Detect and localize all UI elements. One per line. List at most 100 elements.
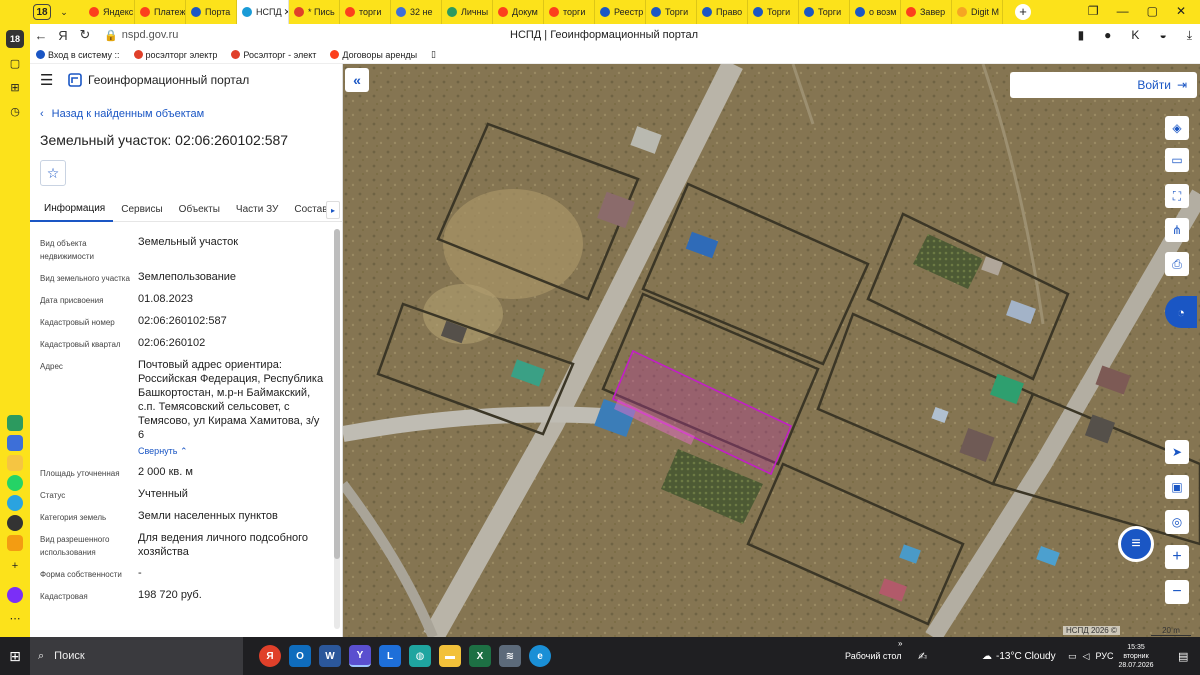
yandex-browser-icon[interactable]: Я [259,645,281,667]
select-area-button[interactable]: ⛶ [1165,184,1189,208]
chat-bubble-button[interactable]: ≡ [1118,526,1154,562]
pen-icon[interactable]: ✍ [918,650,927,663]
layers-button[interactable]: ◈ [1165,116,1189,140]
edge-icon[interactable]: e [529,645,551,667]
browser-tab[interactable]: Личны [442,0,493,24]
word-icon[interactable]: W [319,645,341,667]
app-icon[interactable]: ≋ [499,645,521,667]
file-explorer-icon[interactable]: ▬ [439,645,461,667]
file-icon[interactable]: ▯ [431,49,436,60]
browser-tab[interactable]: Порта [186,0,237,24]
panel-tab[interactable]: Части ЗУ [228,198,286,222]
protect-icon[interactable]: ◒ [1159,28,1166,43]
chevron-double-right-icon[interactable]: » [898,639,902,648]
back-arrow-icon[interactable]: ← [30,28,52,43]
basemap-button[interactable]: ▣ [1165,475,1189,499]
browser-tab[interactable]: Торги [748,0,799,24]
refresh-icon[interactable]: ↻ [74,27,96,43]
network-icon[interactable]: ▭ [1068,651,1077,662]
browser-tab[interactable]: Торги [646,0,697,24]
mail-icon[interactable] [7,535,23,551]
collapse-panel-button[interactable]: « [345,68,369,92]
browser-tab[interactable]: торги [544,0,595,24]
maximize-icon[interactable]: ▢ [1147,4,1158,18]
browser-tab[interactable]: 32 не [391,0,442,24]
assistant-button[interactable]: ◔ [1165,296,1197,328]
map-view[interactable]: « Войти ⇥ ◈ ▭ ⛶ ⋔ ⎙ ◔ ➤ ▣ ◎ ≡ + − НСПД 2… [343,64,1200,637]
browser-tab[interactable]: Докум [493,0,544,24]
back-to-results-link[interactable]: ‹ Назад к найденным объектам [40,108,342,120]
sidebar-app-icon[interactable] [7,435,23,451]
share-button[interactable]: ⋔ [1165,218,1189,242]
restore-icon[interactable]: ❐ [1088,4,1099,18]
clock[interactable]: 15:35 вторник 28.07.2026 [1112,643,1160,670]
language-indicator[interactable]: РУС [1095,651,1113,661]
tab-count-badge[interactable]: 18 [33,4,51,20]
collapse-address-link[interactable]: Свернуть ⌃ [138,444,188,458]
sidebar-app-icon[interactable] [7,455,23,471]
notifications-icon[interactable]: ▤ [1178,650,1188,663]
alice-icon[interactable] [7,587,23,603]
browser-tab[interactable]: Платеж [135,0,186,24]
ruler-button[interactable]: ▭ [1165,148,1189,172]
sidebar-app-icon[interactable] [7,515,23,531]
taskbar-search[interactable]: ⌕ Поиск [30,637,243,675]
tabs-dropdown-icon[interactable]: ⌄ [56,7,72,18]
menu-icon[interactable]: ☰ [40,71,58,89]
weather-widget[interactable]: ☁ -13°C Cloudy [982,651,1056,662]
browser-tab[interactable]: Реестр [595,0,646,24]
sidebar-counter[interactable]: 18 [6,30,24,48]
volume-icon[interactable]: ◁ [1083,651,1090,662]
whatsapp-icon[interactable] [7,475,23,491]
sidebar-app-icon[interactable] [7,415,23,431]
minimize-icon[interactable]: — [1117,4,1129,18]
sidebar-history-icon[interactable]: ◷ [6,102,24,120]
panel-tab[interactable]: Сервисы [113,198,170,222]
browser-tab[interactable]: Торги [799,0,850,24]
sidebar-bookmarks-icon[interactable]: ▢ [6,54,24,72]
favorite-button[interactable]: ☆ [40,160,66,186]
panel-tab[interactable]: Объекты [171,198,228,222]
zoom-in-button[interactable]: + [1165,545,1189,569]
browser-tab[interactable]: Digit M [952,0,1003,24]
desktop-label[interactable]: Рабочий стол [845,651,902,661]
satellite-imagery[interactable] [343,64,1200,637]
print-button[interactable]: ⎙ [1165,252,1189,276]
browser-tab[interactable]: о возм [850,0,901,24]
bookmark-icon[interactable]: ▮ [1078,28,1085,43]
zoom-out-button[interactable]: − [1165,580,1189,604]
tabs-next-button[interactable]: ▸ [326,201,340,219]
geolocate-button[interactable]: ➤ [1165,440,1189,464]
browser-tab[interactable]: Право [697,0,748,24]
bookmark-item[interactable]: Договоры аренды [330,50,417,60]
app-icon[interactable]: L [379,645,401,667]
telegram-icon[interactable] [7,495,23,511]
excel-icon[interactable]: X [469,645,491,667]
yandex-logo-icon[interactable]: Я [52,28,74,43]
bookmark-item[interactable]: Росэлторг - элект [231,50,316,60]
panel-scrollbar-thumb[interactable] [334,229,340,559]
download-icon[interactable]: ⤓ [1187,28,1192,43]
location-button[interactable]: ◎ [1165,510,1189,534]
sidebar-add-icon[interactable]: + [6,557,24,575]
browser-tab[interactable]: * Пись [289,0,340,24]
app-icon[interactable]: ◍ [409,645,431,667]
bookmark-item[interactable]: росэлторг электр [133,50,217,60]
browser-tab[interactable]: Завер [901,0,952,24]
new-tab-button[interactable]: + [1015,4,1031,20]
sidebar-more-icon[interactable]: ⋯ [6,609,24,627]
bookmark-item[interactable]: Вход в систему :: [36,50,120,60]
outlook-icon[interactable]: O [289,645,311,667]
windows-start-icon[interactable]: ⊞ [0,648,30,665]
close-icon[interactable]: ✕ [1176,4,1186,18]
kaspersky-icon[interactable]: K [1131,28,1139,43]
login-button[interactable]: Войти ⇥ [1010,72,1197,98]
yandex-app-icon[interactable]: Y [349,645,371,667]
sidebar-apps-icon[interactable]: ⊞ [6,78,24,96]
browser-tab[interactable]: торги [340,0,391,24]
browser-tab[interactable]: Яндекс [84,0,135,24]
extension-icon[interactable]: ● [1104,28,1111,43]
panel-tab[interactable]: Информация [30,198,114,222]
url-field[interactable]: 🔒 nspd.gov.ru [104,29,178,42]
browser-tab[interactable]: НСПД✕ [237,0,289,24]
